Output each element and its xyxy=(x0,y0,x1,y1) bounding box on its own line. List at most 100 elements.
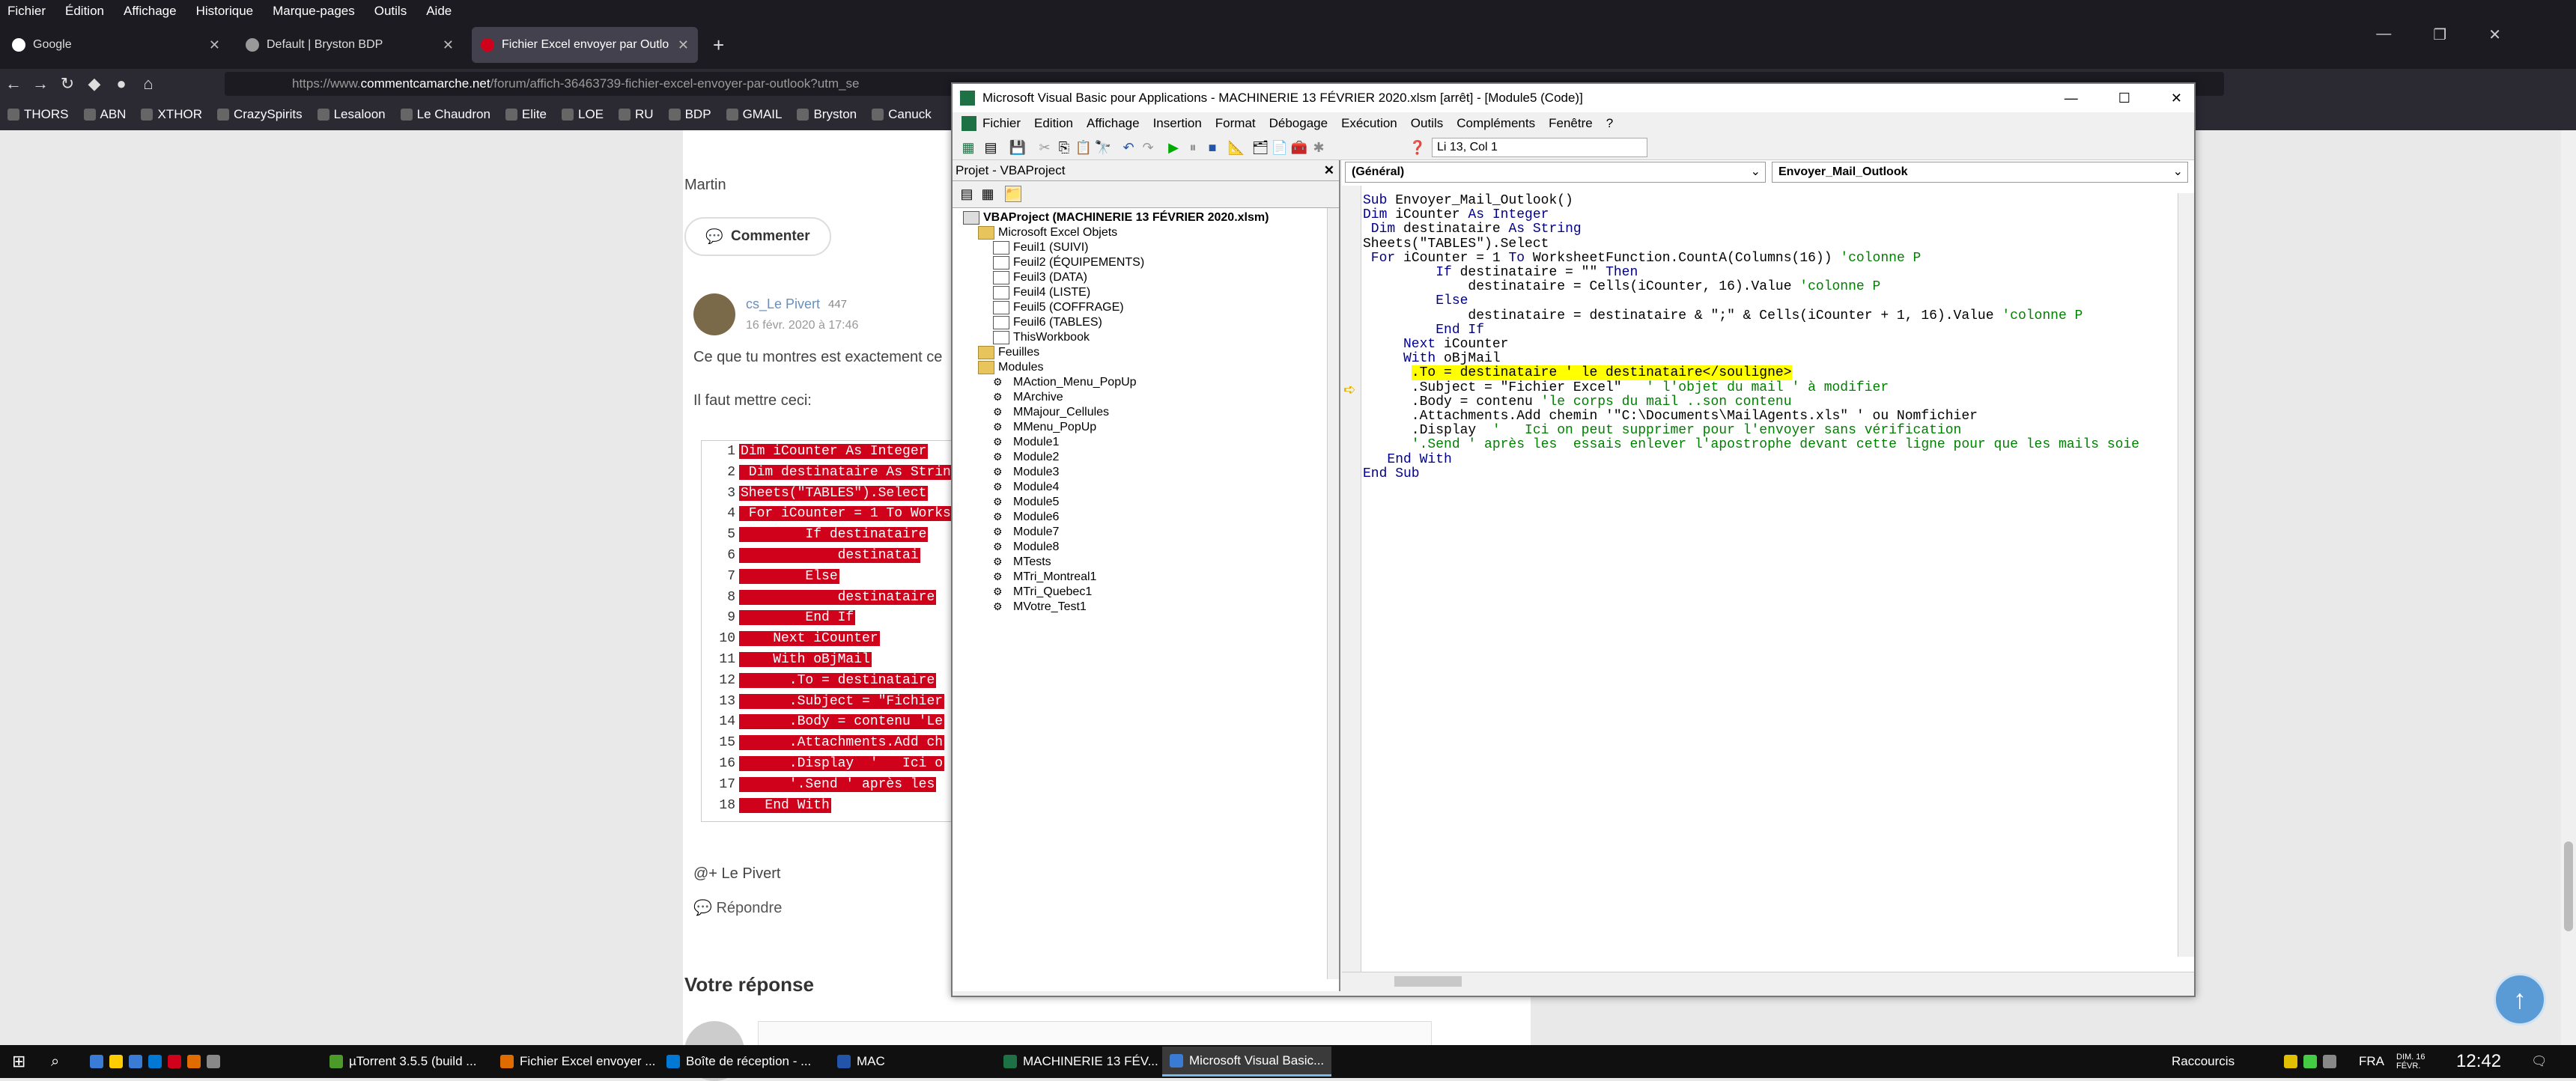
tree-item-module[interactable]: ⚙ Module3 xyxy=(993,466,1059,479)
bookmark-item[interactable]: Elite xyxy=(505,107,547,122)
browser-menu-item[interactable]: Édition xyxy=(65,4,104,19)
redo-icon[interactable]: ↷ xyxy=(1140,139,1156,156)
project-explorer-icon[interactable]: 🗂 xyxy=(1252,139,1269,156)
page-scroll-thumb[interactable] xyxy=(2564,841,2573,931)
bookmark-item[interactable]: ABN xyxy=(83,107,126,122)
properties-icon[interactable]: 📄 xyxy=(1272,139,1288,156)
taskbar-app[interactable]: MACHINERIE 13 FÉV... xyxy=(996,1047,1166,1077)
tree-item-sheet[interactable]: Feuil1 (SUIVI) xyxy=(993,241,1088,255)
vba-menu-item[interactable]: Compléments xyxy=(1456,116,1535,131)
bookmark-item[interactable]: Bryston xyxy=(797,107,857,122)
paste-icon[interactable]: 📋 xyxy=(1075,139,1092,156)
tree-item-module[interactable]: ⚙ MMenu_PopUp xyxy=(993,421,1096,434)
tree-item-module[interactable]: ⚙ MTri_Montreal1 xyxy=(993,570,1096,584)
back-icon[interactable]: ← xyxy=(0,70,27,97)
start-icon[interactable]: ⊞ xyxy=(4,1047,33,1077)
bookmark-item[interactable]: RU xyxy=(619,107,654,122)
code-horizontal-scrollbar[interactable] xyxy=(1342,972,2194,991)
vba-menu-item[interactable]: Format xyxy=(1215,116,1256,131)
tree-item-module[interactable]: ⚙ Module5 xyxy=(993,496,1059,509)
bookmark-item[interactable]: GMAIL xyxy=(726,107,782,122)
vba-menu-item[interactable]: Exécution xyxy=(1341,116,1397,131)
language-indicator[interactable]: FRA xyxy=(2351,1047,2392,1077)
avatar[interactable] xyxy=(693,293,735,335)
tree-item-sheet[interactable]: Feuil4 (LISTE) xyxy=(993,286,1090,299)
cut-icon[interactable]: ✂ xyxy=(1036,139,1053,156)
close-window-icon[interactable]: ✕ xyxy=(2488,25,2501,44)
comment-button[interactable]: 💬 Commenter xyxy=(684,217,831,256)
bookmark-item[interactable]: XTHOR xyxy=(141,107,202,122)
vba-menu-item[interactable]: Débogage xyxy=(1269,116,1328,131)
tray-icon[interactable] xyxy=(2323,1055,2336,1068)
browser-menu-item[interactable]: Affichage xyxy=(124,4,177,19)
tree-folder-objects[interactable]: Microsoft Excel Objets xyxy=(978,226,1117,240)
tab-bryston[interactable]: Default | Bryston BDP ✕ xyxy=(237,27,463,63)
object-combo[interactable]: (Général) ⌄ xyxy=(1345,162,1766,183)
browser-menu-item[interactable]: Marque-pages xyxy=(273,4,355,19)
page-scrollbar[interactable] xyxy=(2561,130,2576,1045)
find-icon[interactable]: 🔭 xyxy=(1095,139,1111,156)
extension-icon[interactable]: ◆ xyxy=(81,70,108,97)
tree-item-module[interactable]: ⚙ Module6 xyxy=(993,511,1059,524)
bookmark-item[interactable]: Le Chaudron xyxy=(400,107,490,122)
code-editor[interactable]: Sub Envoyer_Mail_Outlook() Dim iCounter A… xyxy=(1363,193,2172,942)
home-icon[interactable]: ⌂ xyxy=(135,70,162,97)
user-link[interactable]: cs_Le Pivert xyxy=(746,296,820,312)
tree-item-module[interactable]: ⚙ MArchive xyxy=(993,391,1063,404)
tray-icon[interactable] xyxy=(2303,1055,2317,1068)
forward-icon[interactable]: → xyxy=(27,70,54,97)
minimize-icon[interactable]: — xyxy=(2376,25,2391,44)
help-icon[interactable]: ❓ xyxy=(1409,139,1426,156)
tree-scrollbar[interactable] xyxy=(1327,208,1339,979)
search-icon[interactable]: ⌕ xyxy=(43,1047,67,1077)
tree-item-module[interactable]: ⚙ Module7 xyxy=(993,526,1059,539)
taskbar-app[interactable]: MAC xyxy=(830,1047,893,1077)
browser-menu-item[interactable]: Aide xyxy=(426,4,452,19)
procedure-combo[interactable]: Envoyer_Mail_Outlook ⌄ xyxy=(1772,162,2188,183)
vba-menu-item[interactable]: ? xyxy=(1606,116,1613,131)
tree-item-sheet[interactable]: Feuil5 (COFFRAGE) xyxy=(993,301,1124,314)
run-icon[interactable]: ▶ xyxy=(1165,139,1182,156)
code-vertical-scrollbar[interactable] xyxy=(2178,193,2194,957)
tree-item-sheet[interactable]: Feuil2 (ÉQUIPEMENTS) xyxy=(993,256,1144,270)
undo-icon[interactable]: ↶ xyxy=(1120,139,1137,156)
bookmark-item[interactable]: Lesaloon xyxy=(317,107,386,122)
tree-item-sheet[interactable]: Feuil6 (TABLES) xyxy=(993,316,1102,329)
tree-item-module[interactable]: ⚙ Module1 xyxy=(993,436,1059,449)
vba-menu-item[interactable]: Affichage xyxy=(1087,116,1140,131)
margin-indicator-bar[interactable] xyxy=(1342,186,1361,972)
h-scroll-thumb[interactable] xyxy=(1394,976,1462,987)
tree-item-module[interactable]: ⚙ MMajour_Cellules xyxy=(993,406,1109,419)
tree-item-sheet[interactable]: Feuil3 (DATA) xyxy=(993,271,1087,284)
break-icon[interactable]: ⏸ xyxy=(1185,139,1201,156)
tree-item-module[interactable]: ⚙ MVotre_Test1 xyxy=(993,600,1087,614)
vba-menu-item[interactable]: Edition xyxy=(1034,116,1073,131)
copy-icon[interactable]: ⎘ xyxy=(1056,139,1072,156)
bookmark-item[interactable]: Canuck xyxy=(872,107,932,122)
reset-icon[interactable]: ■ xyxy=(1204,139,1221,156)
browser-menu-item[interactable]: Fichier xyxy=(7,4,46,19)
taskbar-date[interactable]: DIM. 16 FÉVR. xyxy=(2389,1047,2441,1077)
browser-menu-item[interactable]: Historique xyxy=(196,4,254,19)
minimize-icon[interactable]: — xyxy=(2065,91,2078,106)
close-tab-icon[interactable]: ✕ xyxy=(209,37,220,53)
close-pane-icon[interactable]: ✕ xyxy=(1324,163,1334,178)
tree-item-module[interactable]: ⚙ MAction_Menu_PopUp xyxy=(993,376,1137,389)
taskbar-app[interactable]: Fichier Excel envoyer ... xyxy=(493,1047,663,1077)
notification-icon[interactable]: 🗨 xyxy=(2524,1047,2555,1077)
tab-commentcamarche[interactable]: Fichier Excel envoyer par Outlo ✕ xyxy=(472,27,698,63)
browser-menu-item[interactable]: Outils xyxy=(374,4,407,19)
excel-icon[interactable] xyxy=(962,116,976,131)
tree-item-module[interactable]: ⚙ MTri_Quebec1 xyxy=(993,585,1092,599)
maximize-icon[interactable]: ❐ xyxy=(2433,25,2446,44)
new-tab-button[interactable]: + xyxy=(704,27,734,63)
bookmark-item[interactable]: BDP xyxy=(668,107,711,122)
maximize-icon[interactable]: ☐ xyxy=(2118,91,2130,106)
object-browser-icon[interactable]: 🧰 xyxy=(1291,139,1307,156)
toggle-folders-icon[interactable]: 📁 xyxy=(1005,186,1021,202)
tree-folder-forms[interactable]: Feuilles xyxy=(978,346,1039,359)
bookmark-item[interactable]: THORS xyxy=(7,107,69,122)
tree-item-module[interactable]: ⚙ MTests xyxy=(993,555,1051,569)
toolbox-icon[interactable]: ✱ xyxy=(1310,139,1327,156)
taskbar-app[interactable]: Boîte de réception - ... xyxy=(659,1047,818,1077)
